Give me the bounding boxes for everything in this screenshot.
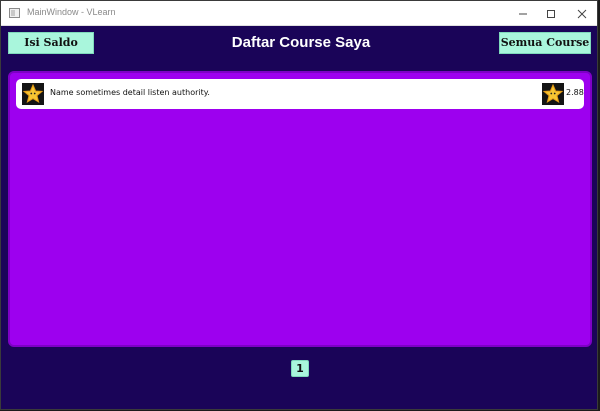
title-bar[interactable]: MainWindow - VLearn <box>1 1 597 26</box>
all-courses-button[interactable]: Semua Course <box>499 32 591 54</box>
app-window-icon <box>9 8 20 18</box>
pagination-page-1[interactable]: 1 <box>291 360 309 377</box>
star-icon <box>22 83 44 105</box>
course-list-panel: Name sometimes detail listen authority. … <box>8 71 592 347</box>
main-window: MainWindow - VLearn Isi Saldo Daftar Cou… <box>0 0 598 410</box>
course-list-item[interactable]: Name sometimes detail listen authority. … <box>16 79 584 109</box>
maximize-icon[interactable] <box>535 1 567 25</box>
topup-balance-button[interactable]: Isi Saldo <box>8 32 94 54</box>
close-icon[interactable] <box>566 1 598 25</box>
rating-star-icon <box>542 83 564 105</box>
course-rating: 2.88 <box>566 88 584 97</box>
window-title: MainWindow - VLearn <box>27 7 116 17</box>
page-title: Daftar Course Saya <box>231 34 371 51</box>
course-name: Name sometimes detail listen authority. <box>50 88 210 97</box>
